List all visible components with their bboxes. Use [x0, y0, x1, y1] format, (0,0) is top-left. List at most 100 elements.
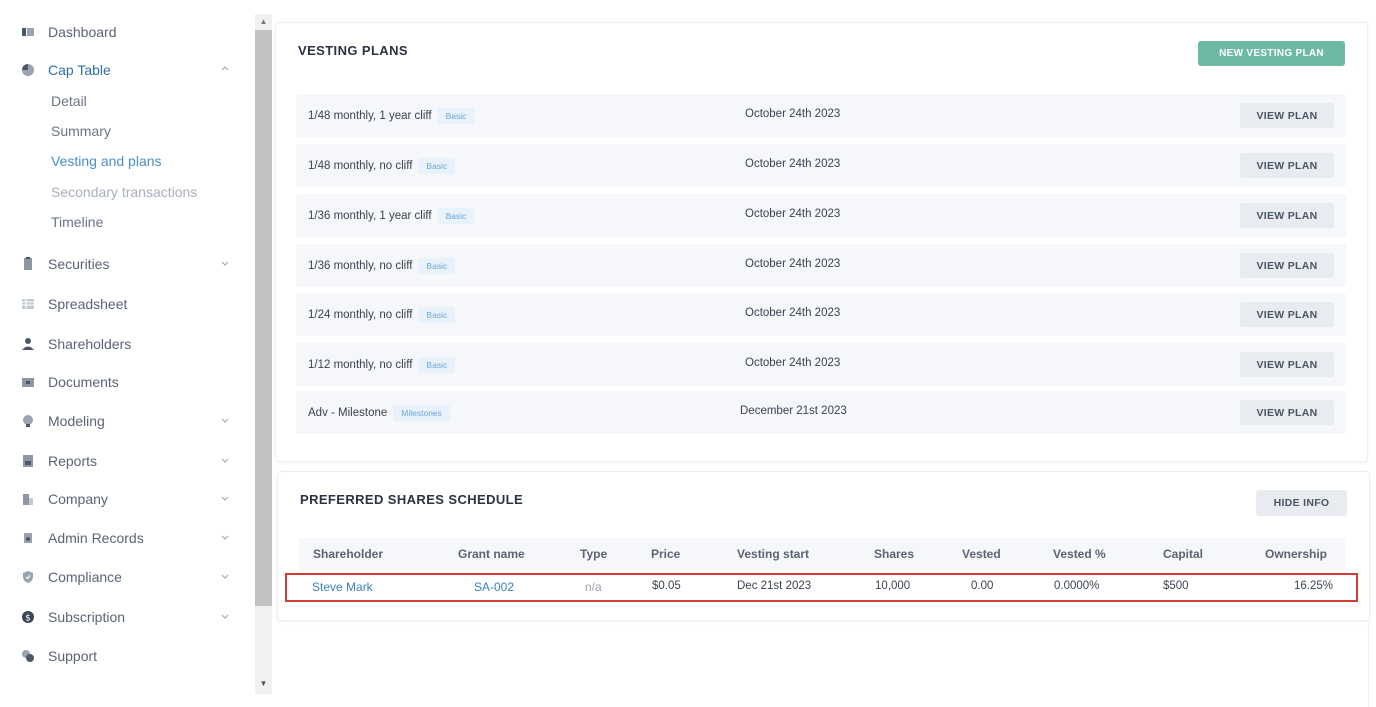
- grid-icon: [20, 296, 36, 312]
- column-header-ownership: Ownership: [1265, 547, 1328, 561]
- plan-date: December 21st 2023: [740, 405, 847, 417]
- plan-type-badge: Basic: [437, 208, 475, 224]
- plan-date: October 24th 2023: [745, 307, 841, 319]
- preferred-shares-title: PREFERRED SHARES SCHEDULE: [300, 492, 524, 507]
- svg-text:$: $: [25, 614, 31, 624]
- row-highlight-box: [285, 573, 1358, 602]
- plan-date: October 24th 2023: [745, 158, 841, 170]
- chevron-down-icon: [221, 535, 229, 540]
- sidebar-item-support[interactable]: Support: [20, 644, 240, 668]
- sidebar-item-modeling[interactable]: Modeling: [20, 409, 240, 433]
- plan-date: October 24th 2023: [745, 108, 841, 120]
- sub-item-timeline[interactable]: Timeline: [51, 214, 103, 230]
- sidebar-item-dashboard[interactable]: Dashboard: [20, 20, 240, 44]
- plan-type-badge: Basic: [418, 158, 456, 174]
- plan-name-text: 1/36 monthly, no cliff: [308, 260, 413, 272]
- sidebar-item-securities[interactable]: Securities: [20, 252, 240, 276]
- plan-name-text: 1/48 monthly, 1 year cliff: [308, 110, 432, 122]
- scrollbar-thumb[interactable]: [255, 30, 272, 606]
- plan-name-text: 1/48 monthly, no cliff: [308, 160, 413, 172]
- sidebar: Dashboard Cap Table Detail Summary Vesti…: [0, 0, 255, 707]
- plan-date: October 24th 2023: [745, 208, 841, 220]
- view-plan-button[interactable]: VIEW PLAN: [1240, 103, 1334, 128]
- chevron-down-icon: [221, 496, 229, 501]
- plan-name: 1/24 monthly, no cliff Basic: [308, 307, 456, 323]
- view-plan-button[interactable]: VIEW PLAN: [1240, 153, 1334, 178]
- sub-item-summary[interactable]: Summary: [51, 123, 111, 139]
- plan-name-text: Adv - Milestone: [308, 407, 388, 419]
- view-plan-button[interactable]: VIEW PLAN: [1240, 253, 1334, 278]
- sidebar-item-cap-table[interactable]: Cap Table: [20, 58, 240, 82]
- column-header-price: Price: [651, 547, 681, 561]
- plan-type-badge: Basic: [418, 307, 456, 323]
- scroll-down-arrow-icon[interactable]: ▼: [255, 676, 272, 690]
- vesting-plan-row: 1/36 monthly, no cliff Basic October 24th …: [296, 244, 1346, 287]
- hide-info-button[interactable]: HIDE INFO: [1256, 490, 1347, 516]
- view-plan-button[interactable]: VIEW PLAN: [1240, 302, 1334, 327]
- view-plan-button[interactable]: VIEW PLAN: [1240, 352, 1334, 377]
- chevron-down-icon: [221, 418, 229, 423]
- dollar-icon: $: [20, 609, 36, 625]
- sub-item-secondary-transactions[interactable]: Secondary transactions: [51, 184, 197, 200]
- column-header-vested-pct: Vested %: [1053, 547, 1106, 561]
- chevron-down-icon: [221, 458, 229, 463]
- plan-name: 1/12 monthly, no cliff Basic: [308, 357, 456, 373]
- plan-name: Adv - Milestone Milestones: [308, 405, 450, 421]
- sidebar-item-spreadsheet[interactable]: Spreadsheet: [20, 292, 240, 316]
- vesting-plan-row: 1/12 monthly, no cliff Basic October 24th …: [296, 343, 1346, 386]
- plan-name-text: 1/24 monthly, no cliff: [308, 309, 413, 321]
- sidebar-item-admin-records[interactable]: Admin Records: [20, 526, 240, 550]
- clipboard-icon: [20, 256, 36, 272]
- sidebar-item-compliance[interactable]: Compliance: [20, 565, 240, 589]
- column-header-capital: Capital: [1163, 547, 1204, 561]
- chevron-down-icon: [221, 261, 229, 266]
- plan-name: 1/36 monthly, 1 year cliff Basic: [308, 208, 475, 224]
- sub-item-detail[interactable]: Detail: [51, 93, 87, 109]
- plan-date: October 24th 2023: [745, 258, 841, 270]
- column-header-vested: Vested: [962, 547, 1001, 561]
- column-header-vesting-start: Vesting start: [737, 547, 810, 561]
- sidebar-item-documents[interactable]: Documents: [20, 370, 240, 394]
- folder-icon: [20, 374, 36, 390]
- plan-name: 1/36 monthly, no cliff Basic: [308, 258, 456, 274]
- pie-chart-icon: [20, 62, 36, 78]
- column-header-type: Type: [580, 547, 608, 561]
- vesting-plan-row: 1/48 monthly, no cliff Basic October 24th …: [296, 144, 1346, 187]
- column-header-grant-name: Grant name: [458, 547, 525, 561]
- chevron-down-icon: [221, 614, 229, 619]
- chevron-down-icon: [221, 574, 229, 579]
- plan-type-badge: Basic: [418, 357, 456, 373]
- records-icon: [20, 530, 36, 546]
- scroll-up-arrow-icon[interactable]: ▲: [255, 14, 272, 28]
- plan-name: 1/48 monthly, 1 year cliff Basic: [308, 108, 475, 124]
- sidebar-item-subscription[interactable]: $ Subscription: [20, 605, 240, 629]
- lightbulb-icon: [20, 413, 36, 429]
- plan-type-badge: Basic: [437, 108, 475, 124]
- plan-type-badge: Basic: [418, 258, 456, 274]
- sidebar-item-shareholders[interactable]: Shareholders: [20, 332, 240, 356]
- column-header-shares: Shares: [874, 547, 915, 561]
- vesting-plans-title: VESTING PLANS: [298, 43, 408, 58]
- view-plan-button[interactable]: VIEW PLAN: [1240, 400, 1334, 425]
- sidebar-item-company[interactable]: Company: [20, 487, 240, 511]
- dashboard-icon: [20, 24, 36, 40]
- building-icon: [20, 491, 36, 507]
- vesting-plan-row: Adv - Milestone Milestones December 21st 2…: [296, 391, 1346, 434]
- plan-date: October 24th 2023: [745, 357, 841, 369]
- chevron-up-icon: [221, 66, 229, 71]
- plan-name-text: 1/36 monthly, 1 year cliff: [308, 210, 432, 222]
- plan-type-badge: Milestones: [393, 405, 450, 421]
- shield-icon: [20, 569, 36, 585]
- column-header-shareholder: Shareholder: [313, 547, 384, 561]
- new-vesting-plan-button[interactable]: NEW VESTING PLAN: [1198, 41, 1345, 66]
- panel-divider: [1368, 622, 1369, 707]
- vesting-plan-row: 1/36 monthly, 1 year cliff Basic October 2…: [296, 194, 1346, 237]
- report-icon: [20, 453, 36, 469]
- vesting-plan-row: 1/24 monthly, no cliff Basic October 24th …: [296, 293, 1346, 336]
- view-plan-button[interactable]: VIEW PLAN: [1240, 203, 1334, 228]
- table-header: Shareholder Grant name Type Price Vestin…: [299, 538, 1345, 570]
- sub-item-vesting-and-plans[interactable]: Vesting and plans: [51, 153, 162, 169]
- support-icon: [20, 648, 36, 664]
- sidebar-item-reports[interactable]: Reports: [20, 449, 240, 473]
- plan-name-text: 1/12 monthly, no cliff: [308, 359, 413, 371]
